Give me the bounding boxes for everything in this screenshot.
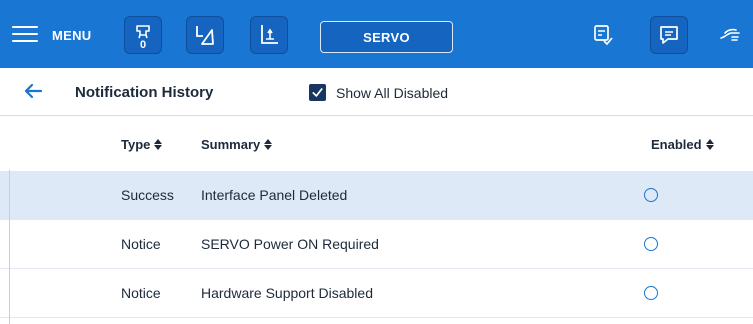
sort-icon bbox=[705, 139, 714, 150]
notification-table: Type Summary Enabled Success Interface P… bbox=[0, 117, 753, 318]
notification-history-header: Notification History Show All Disabled bbox=[0, 68, 753, 116]
row-summary: SERVO Power ON Required bbox=[201, 236, 379, 252]
enabled-radio[interactable] bbox=[644, 286, 658, 300]
angle-button[interactable] bbox=[186, 16, 224, 54]
row-summary: Interface Panel Deleted bbox=[201, 187, 348, 203]
show-all-disabled-checkbox[interactable] bbox=[309, 84, 326, 101]
servo-button[interactable]: SERVO bbox=[320, 21, 453, 53]
sort-icon bbox=[264, 139, 273, 150]
counter-value: 0 bbox=[139, 39, 147, 51]
column-header-summary[interactable]: Summary bbox=[201, 137, 273, 152]
program-download-icon bbox=[594, 25, 613, 46]
hand-guide-button[interactable] bbox=[712, 16, 750, 54]
column-header-type[interactable]: Type bbox=[121, 137, 163, 152]
menu-icon[interactable] bbox=[12, 24, 40, 44]
column-type-label: Type bbox=[121, 137, 151, 152]
gripper-counter-button[interactable]: 0 bbox=[124, 16, 162, 54]
table-row[interactable]: Success Interface Panel Deleted bbox=[0, 171, 753, 220]
enabled-radio[interactable] bbox=[644, 237, 658, 251]
table-row[interactable]: Notice SERVO Power ON Required bbox=[0, 220, 753, 269]
hand-guide-icon bbox=[720, 28, 740, 41]
row-summary: Hardware Support Disabled bbox=[201, 285, 373, 301]
checkmark-icon bbox=[312, 88, 323, 97]
page-title: Notification History bbox=[75, 84, 214, 101]
program-download-button[interactable] bbox=[583, 16, 621, 54]
table-row[interactable]: Notice Hardware Support Disabled bbox=[0, 269, 753, 318]
message-icon bbox=[660, 26, 678, 44]
messages-button[interactable] bbox=[650, 16, 688, 54]
menu-label[interactable]: MENU bbox=[52, 28, 91, 43]
top-toolbar: MENU 0 SERVO bbox=[0, 0, 753, 68]
row-type: Success bbox=[121, 187, 174, 203]
column-header-enabled[interactable]: Enabled bbox=[651, 137, 714, 152]
row-type: Notice bbox=[121, 285, 161, 301]
column-summary-label: Summary bbox=[201, 137, 261, 152]
coordinate-frame-button[interactable] bbox=[250, 16, 288, 54]
panel-edge-divider bbox=[9, 170, 10, 324]
coordinate-frame-icon bbox=[261, 25, 278, 44]
back-arrow-icon[interactable] bbox=[22, 80, 44, 102]
show-all-disabled-label[interactable]: Show All Disabled bbox=[336, 85, 448, 101]
table-header: Type Summary Enabled bbox=[0, 117, 753, 171]
angle-icon bbox=[196, 26, 214, 45]
sort-icon bbox=[154, 139, 163, 150]
column-enabled-label: Enabled bbox=[651, 137, 702, 152]
enabled-radio[interactable] bbox=[644, 188, 658, 202]
row-type: Notice bbox=[121, 236, 161, 252]
